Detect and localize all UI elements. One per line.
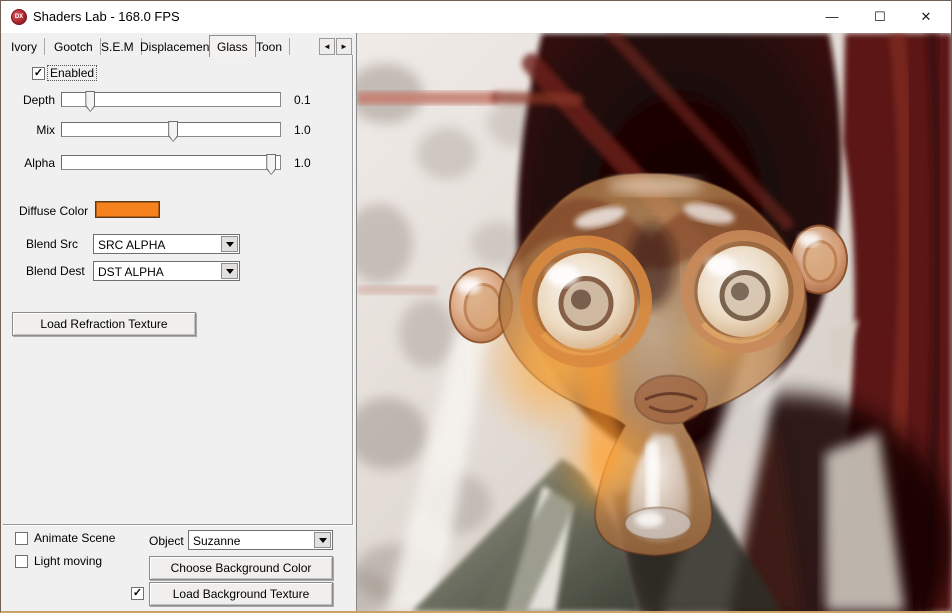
alpha-slider[interactable]	[61, 155, 281, 170]
mix-slider-thumb[interactable]	[168, 121, 178, 142]
blend-src-value: SRC ALPHA	[98, 238, 165, 252]
depth-slider-thumb[interactable]	[85, 91, 95, 112]
alpha-value: 1.0	[294, 156, 311, 170]
depth-slider[interactable]	[61, 92, 281, 107]
alpha-slider-thumb[interactable]	[266, 154, 276, 175]
minimize-button[interactable]: —	[809, 1, 855, 32]
object-combo[interactable]: Suzanne	[188, 530, 333, 550]
enabled-checkbox[interactable]	[32, 67, 45, 80]
tab-scroll-left-icon[interactable]: ◄	[319, 38, 335, 55]
object-value: Suzanne	[193, 534, 240, 548]
enabled-label[interactable]: Enabled	[48, 66, 96, 80]
tab-gootch[interactable]: Gootch	[47, 38, 101, 56]
mix-value: 1.0	[294, 123, 311, 137]
tab-ivory[interactable]: Ivory	[4, 38, 45, 56]
scene-controls: Animate Scene Light moving Object Suzann…	[1, 525, 357, 612]
tab-scroll-right-icon[interactable]: ►	[336, 38, 352, 55]
animate-scene-label[interactable]: Animate Scene	[34, 531, 115, 545]
app-window: DX Shaders Lab - 168.0 FPS — ☐ ✕ Ivory G…	[0, 0, 952, 613]
controls-panel: Ivory Gootch S.E.M Displacement Glass To…	[1, 33, 357, 612]
object-dropdown-icon[interactable]	[314, 532, 331, 548]
window-title: Shaders Lab - 168.0 FPS	[33, 9, 180, 24]
depth-label: Depth	[17, 93, 55, 107]
depth-value: 0.1	[294, 93, 311, 107]
app-icon: DX	[11, 9, 27, 25]
mix-slider[interactable]	[61, 122, 281, 137]
load-bg-texture-checkbox[interactable]	[131, 587, 144, 600]
diffuse-color-swatch[interactable]	[95, 201, 160, 218]
close-button[interactable]: ✕	[903, 1, 949, 32]
glass-tab-page: Enabled Depth 0.1 Mix 1.0 Alpha 1.0 Diff…	[3, 55, 353, 525]
render-viewport[interactable]	[357, 33, 952, 612]
object-label: Object	[149, 534, 184, 548]
maximize-button[interactable]: ☐	[857, 1, 903, 32]
tab-strip: Ivory Gootch S.E.M Displacement Glass To…	[1, 35, 353, 56]
load-refraction-texture-button[interactable]: Load Refraction Texture	[12, 312, 196, 336]
choose-background-color-button[interactable]: Choose Background Color	[149, 556, 333, 580]
blend-src-label: Blend Src	[26, 237, 78, 251]
alpha-label: Alpha	[17, 156, 55, 170]
blend-dest-value: DST ALPHA	[98, 265, 164, 279]
blend-dest-dropdown-icon[interactable]	[221, 263, 238, 279]
tab-glass[interactable]: Glass	[209, 35, 256, 57]
light-moving-checkbox[interactable]	[15, 555, 28, 568]
blend-src-combo[interactable]: SRC ALPHA	[93, 234, 240, 254]
diffuse-color-label: Diffuse Color	[19, 204, 88, 218]
glass-suzanne-render	[357, 33, 952, 612]
load-background-texture-button[interactable]: Load Background Texture	[149, 582, 333, 606]
blend-dest-combo[interactable]: DST ALPHA	[93, 261, 240, 281]
title-bar[interactable]: DX Shaders Lab - 168.0 FPS — ☐ ✕	[1, 1, 951, 33]
blend-src-dropdown-icon[interactable]	[221, 236, 238, 252]
tab-displacement[interactable]: Displacement	[133, 38, 221, 56]
light-moving-label[interactable]: Light moving	[34, 554, 102, 568]
blend-dest-label: Blend Dest	[26, 264, 85, 278]
animate-scene-checkbox[interactable]	[15, 532, 28, 545]
mix-label: Mix	[17, 123, 55, 137]
